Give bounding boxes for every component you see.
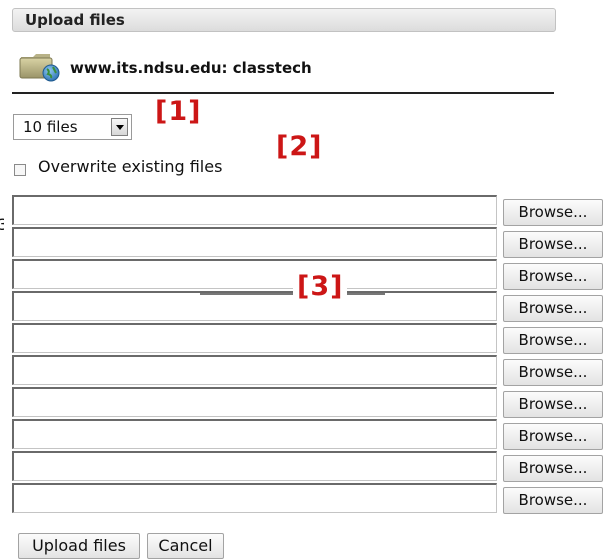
file-row: Browse...	[12, 323, 603, 355]
file-row: Browse...	[12, 419, 603, 451]
browse-button[interactable]: Browse...	[503, 359, 603, 386]
annotation-2: [2]	[276, 131, 323, 162]
folder-globe-icon	[18, 50, 62, 86]
annotation-1: [1]	[155, 96, 202, 127]
browse-button[interactable]: Browse...	[503, 231, 603, 258]
file-path-input[interactable]	[12, 419, 497, 449]
site-name: www.its.ndsu.edu: classtech	[70, 59, 312, 77]
file-count-value: 10 files	[23, 118, 78, 136]
panel-title-bar: Upload files	[12, 8, 556, 32]
file-path-input[interactable]	[12, 259, 497, 289]
file-row: Browse...	[12, 483, 603, 515]
browse-button[interactable]: Browse...	[503, 295, 603, 322]
browse-button[interactable]: Browse...	[503, 487, 603, 514]
site-row: www.its.ndsu.edu: classtech	[18, 50, 312, 86]
browse-button[interactable]: Browse...	[503, 455, 603, 482]
file-path-input[interactable]	[12, 195, 497, 225]
browse-button[interactable]: Browse...	[503, 263, 603, 290]
annotation-3: [3]	[293, 271, 348, 302]
file-row: Browse...	[12, 227, 603, 259]
file-row: Browse...	[12, 355, 603, 387]
file-row: Browse...	[12, 451, 603, 483]
chevron-down-icon[interactable]	[111, 118, 128, 136]
file-row: Browse...	[12, 195, 603, 227]
edge-glyph: 3	[0, 215, 4, 235]
overwrite-label: Overwrite existing files	[38, 157, 223, 176]
browse-button[interactable]: Browse...	[503, 327, 603, 354]
panel-title: Upload files	[25, 11, 125, 29]
file-path-input[interactable]	[12, 323, 497, 353]
browse-button[interactable]: Browse...	[503, 391, 603, 418]
file-path-input[interactable]	[12, 387, 497, 417]
file-row: Browse...	[12, 387, 603, 419]
browse-button[interactable]: Browse...	[503, 423, 603, 450]
file-path-input[interactable]	[12, 355, 497, 385]
file-path-input[interactable]	[12, 483, 497, 513]
divider	[12, 92, 554, 94]
file-path-input[interactable]	[12, 451, 497, 481]
file-path-input[interactable]	[12, 227, 497, 257]
file-path-input[interactable]	[12, 291, 497, 321]
file-count-select[interactable]: 10 files	[13, 114, 132, 140]
overwrite-checkbox[interactable]	[14, 164, 26, 176]
upload-files-button[interactable]: Upload files	[18, 533, 140, 559]
browse-button[interactable]: Browse...	[503, 199, 603, 226]
cancel-button[interactable]: Cancel	[147, 533, 224, 559]
